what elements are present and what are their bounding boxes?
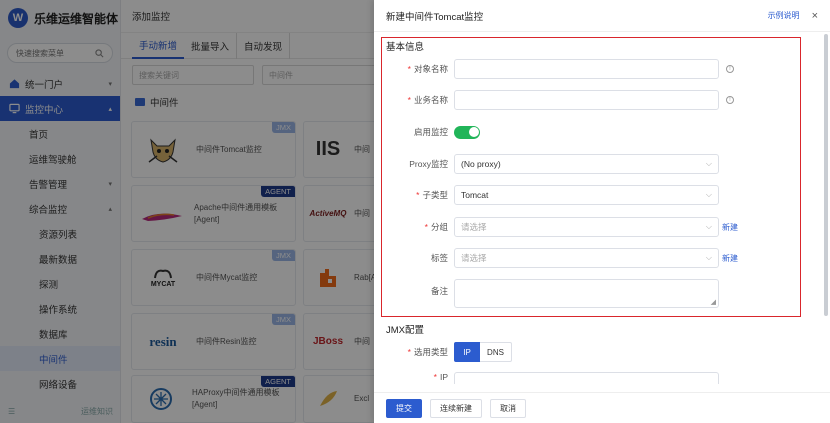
tag-label: 标签 (430, 253, 448, 263)
object-name-row: * 对象名称 ! (374, 58, 814, 80)
group-row: * 分组 请选择 ⌵ 新建 (374, 216, 814, 238)
tag-select[interactable]: 请选择 ⌵ (454, 248, 719, 268)
chevron-down-icon: ⌵ (705, 253, 712, 262)
close-icon[interactable]: × (812, 10, 818, 22)
proxy-row: Proxy监控 (No proxy) ⌵ (374, 153, 814, 175)
new-tag-link[interactable]: 新建 (722, 253, 738, 264)
object-name-input[interactable] (454, 59, 719, 79)
tag-placeholder: 请选择 (461, 253, 487, 263)
proxy-label: Proxy监控 (409, 159, 448, 169)
business-name-input[interactable] (454, 90, 719, 110)
business-name-row: * 业务名称 ! (374, 89, 814, 111)
resize-handle-icon[interactable]: ◢ (711, 298, 716, 306)
chevron-down-icon: ⌵ (705, 222, 712, 231)
option-dns[interactable]: DNS (480, 342, 512, 362)
option-ip[interactable]: IP (454, 342, 480, 362)
proxy-select[interactable]: (No proxy) ⌵ (454, 154, 719, 174)
new-group-link[interactable]: 新建 (722, 222, 738, 233)
sub-type-row: * 子类型 Tomcat ⌵ (374, 184, 814, 206)
drawer-title: 新建中间件Tomcat监控 (386, 11, 484, 23)
group-placeholder: 请选择 (461, 222, 487, 232)
drawer-footer: 提交 连续新建 取消 (374, 392, 830, 423)
ip-label: * IP (433, 372, 448, 382)
business-name-label: * 业务名称 (407, 95, 448, 105)
object-name-label: * 对象名称 (407, 64, 448, 74)
drawer-scrollbar[interactable] (824, 34, 828, 316)
basic-info-title: 基本信息 (386, 42, 425, 53)
jmx-config-title: JMX配置 (386, 325, 425, 336)
chevron-down-icon: ⌵ (705, 159, 712, 168)
ip-input[interactable] (454, 372, 719, 384)
info-icon[interactable]: ! (726, 65, 734, 73)
sub-type-select[interactable]: Tomcat ⌵ (454, 185, 719, 205)
select-type-label: * 选用类型 (407, 347, 448, 357)
chevron-down-icon: ⌵ (705, 190, 712, 199)
enable-monitor-row: 启用监控 (374, 121, 814, 143)
sub-type-value: Tomcat (461, 190, 489, 200)
remark-label: 备注 (430, 286, 448, 296)
info-icon[interactable]: ! (726, 96, 734, 104)
ip-row: * IP (374, 372, 814, 384)
cancel-button[interactable]: 取消 (490, 398, 526, 418)
create-monitor-drawer: 新建中间件Tomcat监控 示例说明 × 基本信息 * 对象名称 ! * 业务名称 … (374, 0, 830, 423)
drawer-header: 新建中间件Tomcat监控 示例说明 × (374, 0, 830, 32)
enable-monitor-toggle[interactable] (454, 125, 480, 139)
group-label: * 分组 (424, 222, 448, 232)
select-type-row: * 选用类型 IP DNS (374, 341, 814, 363)
remark-row: 备注 ◢ (374, 279, 814, 309)
tag-row: 标签 请选择 ⌵ 新建 (374, 247, 814, 269)
remark-textarea[interactable]: ◢ (454, 279, 719, 308)
submit-button[interactable]: 提交 (386, 398, 422, 418)
proxy-value: (No proxy) (461, 159, 501, 169)
continue-create-button[interactable]: 连续新建 (430, 398, 482, 418)
group-select[interactable]: 请选择 ⌵ (454, 217, 719, 237)
example-help-link[interactable]: 示例说明 (768, 10, 800, 21)
enable-monitor-label: 启用监控 (413, 127, 448, 137)
select-type-segment: IP DNS (454, 342, 512, 362)
sub-type-label: * 子类型 (416, 190, 448, 200)
